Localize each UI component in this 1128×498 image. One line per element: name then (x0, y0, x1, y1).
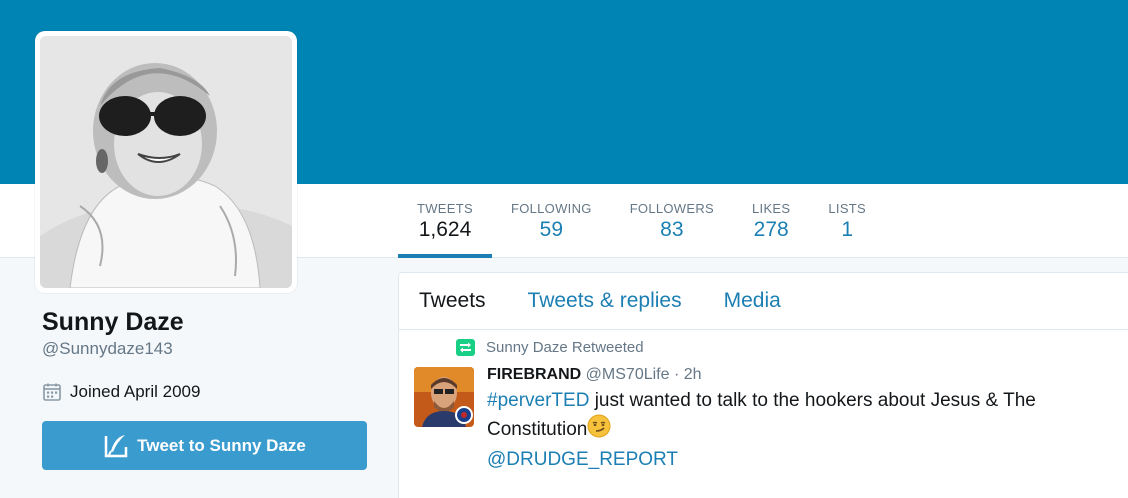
tweet-header: FIREBRAND @MS70Life · 2h (487, 365, 702, 385)
timeline: Tweets Tweets & replies Media Sunny Daze… (398, 272, 1128, 498)
tab-media[interactable]: Media (724, 289, 781, 313)
smirk-emoji-icon (587, 414, 611, 446)
stat-value: 278 (753, 218, 789, 241)
stat-value: 59 (539, 218, 563, 241)
stat-lists[interactable]: LISTS 1 (809, 184, 885, 258)
joined-date: Joined April 2009 (42, 381, 200, 403)
profile-handle[interactable]: @Sunnydaze143 (42, 338, 173, 360)
profile-name[interactable]: Sunny Daze (42, 307, 184, 337)
stat-value: 83 (660, 218, 684, 241)
tweet-author-handle[interactable]: @MS70Life (586, 366, 670, 383)
tweet-time[interactable]: 2h (684, 366, 702, 383)
avatar-image (40, 36, 292, 288)
tweet-hashtag[interactable]: #perverTED (487, 390, 589, 411)
calendar-icon (43, 383, 61, 401)
tweet-author-avatar[interactable] (414, 367, 474, 427)
stat-value: 1 (841, 218, 854, 241)
compose-quill-icon (104, 434, 128, 457)
profile-stats: TWEETS 1,624 FOLLOWING 59 FOLLOWERS 83 L… (398, 184, 885, 258)
retweet-context: Sunny Daze Retweeted (456, 339, 644, 356)
tweet-to-label: Tweet to Sunny Daze (137, 435, 306, 455)
stat-following[interactable]: FOLLOWING 59 (492, 184, 611, 258)
tweet-mention[interactable]: @DRUDGE_REPORT (487, 449, 678, 470)
stat-label: LIKES (752, 201, 791, 216)
joined-label: Joined April 2009 (70, 382, 201, 401)
stat-tweets[interactable]: TWEETS 1,624 (398, 184, 492, 258)
retweet-icon (456, 339, 475, 356)
stat-value: 1,624 (418, 218, 472, 241)
profile-avatar[interactable] (35, 31, 297, 293)
tab-tweets[interactable]: Tweets (419, 289, 486, 313)
tweet-text: #perverTED just wanted to talk to the ho… (487, 387, 1087, 473)
stat-likes[interactable]: LIKES 278 (733, 184, 809, 258)
tweet-to-button[interactable]: Tweet to Sunny Daze (42, 421, 367, 470)
stat-label: LISTS (828, 201, 866, 216)
timeline-tabs: Tweets Tweets & replies Media (399, 273, 1128, 330)
stat-label: FOLLOWERS (629, 201, 715, 216)
tweet-separator: · (669, 366, 684, 383)
stat-label: FOLLOWING (510, 201, 592, 216)
tweet-author-name[interactable]: FIREBRAND (487, 366, 581, 383)
retweet-context-label[interactable]: Sunny Daze Retweeted (486, 339, 644, 356)
stat-label: TWEETS (417, 201, 473, 216)
tab-tweets-replies[interactable]: Tweets & replies (528, 289, 682, 313)
stat-followers[interactable]: FOLLOWERS 83 (611, 184, 733, 258)
